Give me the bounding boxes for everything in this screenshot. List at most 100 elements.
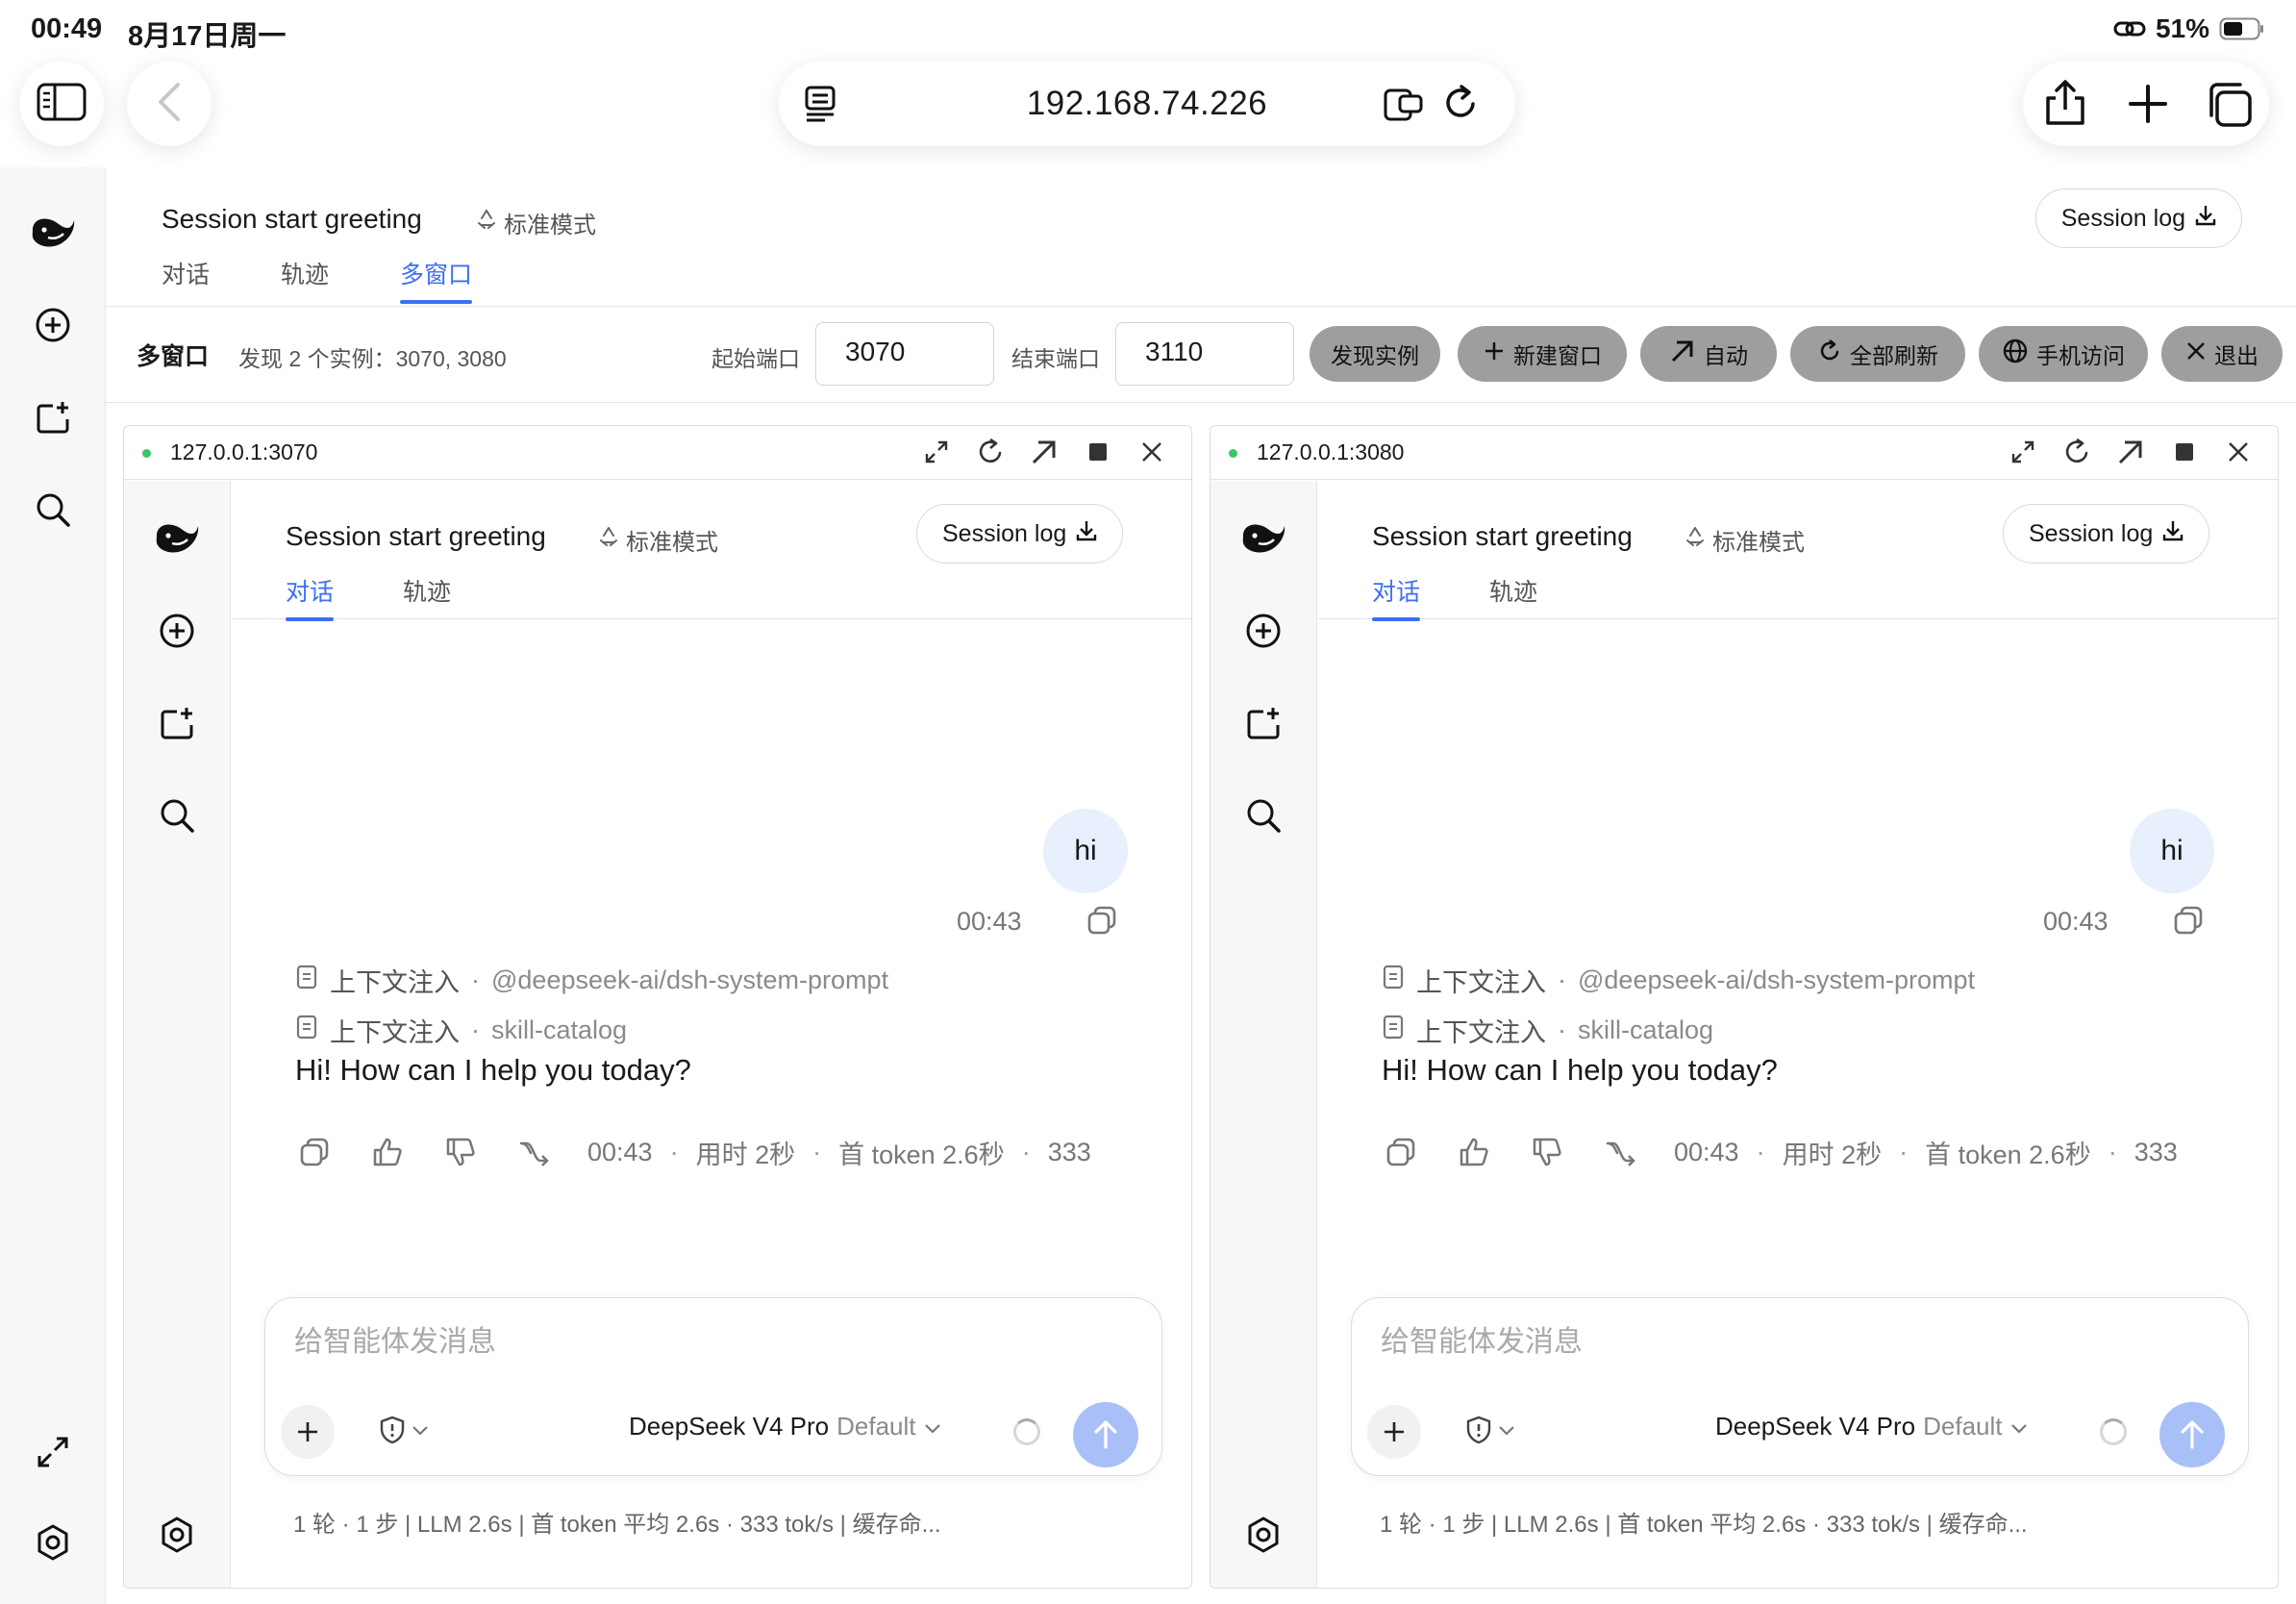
app: Session start greeting 标准模式 对话 轨迹 多窗口 Se… — [0, 167, 2296, 1604]
attach-button[interactable] — [281, 1405, 335, 1459]
tab-multi-window[interactable]: 多窗口 — [400, 256, 473, 304]
copy-icon[interactable] — [295, 1133, 334, 1171]
new-chat-icon[interactable] — [1238, 606, 1288, 656]
exit-label: 退出 — [2214, 343, 2259, 368]
thumbs-down-icon[interactable] — [441, 1133, 480, 1171]
context-label: 上下文注入 — [1416, 968, 1546, 997]
thumbs-down-icon[interactable] — [1528, 1133, 1566, 1171]
context-separator: · — [471, 1015, 480, 1044]
search-icon[interactable] — [1238, 790, 1288, 840]
stop-icon[interactable] — [2168, 436, 2201, 468]
session-log-button[interactable]: Session log — [2034, 188, 2242, 248]
message-input[interactable] — [294, 1323, 1063, 1362]
reload-icon[interactable] — [2060, 436, 2093, 468]
new-folder-icon[interactable] — [28, 392, 78, 442]
reply-actions: 00:43 · 用时 2秒 · 首 token 2.6秒 · 333 — [295, 1133, 1091, 1171]
tab-chat[interactable]: 对话 — [286, 573, 335, 621]
chevron-down-icon — [412, 1424, 429, 1441]
new-window-button[interactable]: 新建窗口 — [1458, 326, 1627, 382]
whale-logo-icon[interactable] — [152, 514, 202, 564]
tab-trace[interactable]: 轨迹 — [403, 573, 451, 621]
share-icon[interactable] — [2044, 79, 2086, 127]
mobile-access-button[interactable]: 手机访问 — [1979, 326, 2148, 382]
send-button[interactable] — [2159, 1402, 2225, 1467]
new-chat-icon[interactable] — [152, 606, 202, 656]
thumbs-up-icon[interactable] — [1455, 1133, 1493, 1171]
auto-button[interactable]: 自动 — [1640, 326, 1777, 382]
reply-duration: 用时 2秒 — [1782, 1140, 1883, 1169]
model-selector[interactable]: DeepSeek V4 Pro Default — [1715, 1412, 2028, 1441]
reply-time: 00:43 — [1674, 1137, 1739, 1166]
stop-icon[interactable] — [1082, 436, 1114, 468]
chevron-down-icon — [1498, 1424, 1515, 1441]
open-external-icon[interactable] — [2114, 436, 2147, 468]
context-value: @deepseek-ai/dsh-system-prompt — [491, 965, 889, 994]
expand-icon[interactable] — [920, 436, 953, 468]
globe-icon — [2002, 338, 2029, 370]
session-log-button[interactable]: Session log — [916, 504, 1124, 564]
exit-button[interactable]: 退出 — [2161, 326, 2283, 382]
search-icon[interactable] — [152, 790, 202, 840]
tab-trace[interactable]: 轨迹 — [281, 256, 329, 304]
settings-icon[interactable] — [28, 1517, 78, 1567]
copy-icon[interactable] — [1086, 904, 1118, 941]
message-composer: DeepSeek V4 Pro Default — [1351, 1297, 2249, 1476]
branch-icon[interactable] — [514, 1133, 553, 1171]
send-button[interactable] — [1073, 1402, 1138, 1467]
plus-icon[interactable] — [2127, 83, 2169, 125]
status-bar: 00:49 8月17日周一 51% — [0, 0, 2296, 62]
pane-rail — [1210, 481, 1317, 1588]
new-folder-icon[interactable] — [1238, 698, 1288, 748]
model-name: DeepSeek V4 Pro — [629, 1412, 830, 1441]
reload-icon[interactable] — [1442, 83, 1481, 123]
copy-icon[interactable] — [1382, 1133, 1420, 1171]
model-selector[interactable]: DeepSeek V4 Pro Default — [629, 1412, 941, 1441]
settings-icon[interactable] — [152, 1510, 202, 1560]
context-separator: · — [1558, 965, 1566, 994]
whale-logo-icon[interactable] — [1238, 514, 1288, 564]
search-icon[interactable] — [28, 485, 78, 535]
back-button[interactable] — [127, 62, 212, 146]
assistant-reply: Hi! How can I help you today? — [295, 1053, 691, 1087]
context-injection-item: 上下文注入 · skill-catalog — [1382, 1012, 1713, 1049]
whale-logo-icon[interactable] — [28, 208, 78, 258]
branch-icon[interactable] — [1601, 1133, 1639, 1171]
translate-icon[interactable] — [1383, 85, 1425, 123]
session-log-button[interactable]: Session log — [2003, 504, 2210, 564]
new-folder-icon[interactable] — [152, 698, 202, 748]
link-icon — [2113, 19, 2146, 38]
reload-icon[interactable] — [974, 436, 1007, 468]
first-token-time: 首 token 2.6秒 — [838, 1140, 1005, 1169]
discover-instances-button[interactable]: 发现实例 — [1310, 326, 1440, 382]
context-value: @deepseek-ai/dsh-system-prompt — [1578, 965, 1976, 994]
separator: · — [2108, 1137, 2117, 1166]
shield-icon — [1465, 1416, 1492, 1449]
address-bar[interactable]: 192.168.74.226 — [779, 62, 1515, 146]
context-label: 上下文注入 — [1416, 1018, 1546, 1047]
new-chat-icon[interactable] — [28, 300, 78, 350]
message-composer: DeepSeek V4 Pro Default — [264, 1297, 1162, 1476]
permission-dropdown[interactable] — [1465, 1416, 1515, 1449]
attach-button[interactable] — [1367, 1405, 1421, 1459]
close-icon[interactable] — [1136, 436, 1168, 468]
start-port-input[interactable]: 3070 — [815, 322, 994, 386]
left-rail — [0, 167, 106, 1604]
permission-dropdown[interactable] — [379, 1416, 429, 1449]
expand-icon[interactable] — [2007, 436, 2039, 468]
tab-chat[interactable]: 对话 — [162, 256, 210, 304]
message-input[interactable] — [1381, 1323, 2150, 1362]
refresh-all-button[interactable]: 全部刷新 — [1790, 326, 1965, 382]
settings-icon[interactable] — [1238, 1510, 1288, 1560]
expand-icon[interactable] — [28, 1427, 78, 1477]
tab-chat[interactable]: 对话 — [1372, 573, 1421, 621]
open-external-icon[interactable] — [1028, 436, 1061, 468]
close-icon[interactable] — [2222, 436, 2255, 468]
sidebar-toggle-button[interactable] — [19, 62, 104, 146]
copy-icon[interactable] — [2172, 904, 2205, 941]
thumbs-up-icon[interactable] — [368, 1133, 407, 1171]
online-indicator — [142, 449, 151, 458]
tab-trace[interactable]: 轨迹 — [1489, 573, 1537, 621]
tabs-icon[interactable] — [2206, 81, 2254, 129]
pane-url: 127.0.0.1:3080 — [1257, 439, 1405, 464]
end-port-input[interactable]: 3110 — [1115, 322, 1294, 386]
